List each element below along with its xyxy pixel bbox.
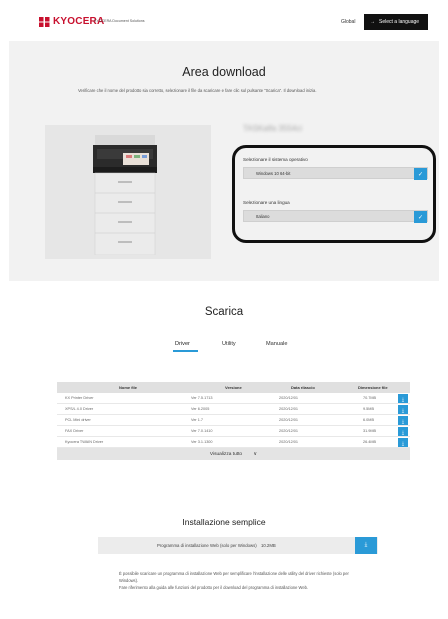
download-icon: ⤓ — [401, 408, 405, 414]
file-size: 26.4MB — [363, 440, 377, 444]
file-size: 9.5MB — [363, 407, 374, 411]
web-installer-row: Programma di installazione Web (solo per… — [98, 537, 378, 554]
file-version: Ver 7.5.1713 — [191, 396, 213, 400]
download-section-title: Scarica — [204, 306, 244, 318]
web-installer-label: Programma di installazione Web (solo per… — [157, 543, 257, 548]
global-link[interactable]: Global — [341, 19, 355, 25]
file-size: 6.0MB — [363, 418, 374, 422]
column-header-version: Versione — [225, 385, 242, 390]
file-version: Ver 7.0.1410 — [191, 429, 213, 433]
easy-install-title: Installazione semplice — [182, 517, 266, 527]
table-row: Kyocera TWAIN Driver Ver 3.1.1300 2020/1… — [57, 437, 410, 448]
driver-table: Nome file Versione Data rilascio Dimensi… — [57, 382, 410, 460]
product-name: TASKalfa 3554ci — [243, 124, 302, 133]
download-button[interactable]: ⤓ — [398, 416, 408, 425]
kyocera-logo-icon — [39, 16, 50, 27]
file-version: Ver 1.7 — [191, 418, 204, 422]
file-name: Kyocera TWAIN Driver — [65, 440, 104, 444]
web-installer-info: Programma di installazione Web (solo per… — [157, 543, 276, 548]
download-button[interactable]: ⤓ — [398, 405, 408, 414]
column-header-date: Data rilascio — [291, 385, 315, 390]
file-version: Ver 6.2005 — [191, 407, 210, 411]
file-date: 2020/12/01 — [279, 429, 299, 433]
download-button[interactable]: ⤓ — [398, 394, 408, 403]
download-icon: ⤓ — [364, 542, 368, 548]
table-row: FAX Driver Ver 7.0.1410 2020/12/01 31.9M… — [57, 426, 410, 437]
table-row: KX Printer Driver Ver 7.5.1713 2020/12/0… — [57, 393, 410, 404]
download-button[interactable]: ⤓ — [398, 427, 408, 436]
column-header-name: Nome file — [119, 385, 138, 390]
install-notes: È possibile scaricare un programma di in… — [119, 570, 364, 591]
table-header: Nome file Versione Data rilascio Dimensi… — [57, 382, 410, 393]
show-all-label: Visualizza tutto — [209, 452, 243, 457]
download-icon: ⤓ — [401, 430, 405, 436]
file-name: FAX Driver — [65, 429, 84, 433]
file-name: PCL Mini driver — [65, 418, 91, 422]
page-title: Area download — [182, 65, 266, 79]
file-name: XPS/L 4.0 Driver — [65, 407, 94, 411]
file-date: 2020/12/01 — [279, 407, 299, 411]
table-row: PCL Mini driver Ver 1.7 2020/12/01 6.0MB… — [57, 415, 410, 426]
install-note: Fare riferimento alla guida alle funzion… — [119, 585, 309, 590]
web-installer-size: 10.2MB — [260, 543, 276, 548]
download-icon: ⤓ — [401, 397, 405, 403]
site-header: KYOCERA KYOCERA Document Solutions Globa… — [0, 0, 448, 40]
tab-utility[interactable]: Utility — [222, 341, 236, 347]
file-date: 2020/12/01 — [279, 418, 299, 422]
file-date: 2020/12/01 — [279, 396, 299, 400]
download-button[interactable]: ⤓ — [398, 438, 408, 447]
arrow-right-icon: → — [370, 19, 375, 25]
tab-driver[interactable]: Driver — [175, 341, 190, 347]
download-icon: ⤓ — [401, 419, 405, 425]
company-tagline: KYOCERA Document Solutions — [94, 19, 145, 23]
file-date: 2020/12/01 — [279, 440, 299, 444]
file-size: 31.9MB — [363, 429, 377, 433]
download-icon: ⤓ — [401, 441, 405, 447]
column-header-size: Dimensione file — [358, 385, 388, 390]
printer-image — [93, 135, 157, 255]
file-name: KX Printer Driver — [65, 396, 94, 400]
show-all-button[interactable]: Visualizza tutto ∨ — [57, 448, 410, 460]
file-version: Ver 3.1.1300 — [191, 440, 213, 444]
table-row: XPS/L 4.0 Driver Ver 6.2005 2020/12/01 9… — [57, 404, 410, 415]
active-tab-indicator — [173, 350, 198, 352]
select-language-button[interactable]: → Select a language — [364, 14, 428, 30]
select-language-label: Select a language — [379, 19, 420, 25]
tab-manuale[interactable]: Manuale — [266, 341, 287, 347]
selection-highlight-outline — [232, 145, 436, 243]
page-description: Verificare che il nome del prodotto sia … — [78, 88, 317, 93]
file-size: 70.7MB — [363, 396, 377, 400]
web-installer-download-button[interactable]: ⤓ — [355, 537, 377, 554]
chevron-down-icon: ∨ — [253, 451, 258, 457]
install-note: È possibile scaricare un programma di in… — [119, 571, 349, 583]
